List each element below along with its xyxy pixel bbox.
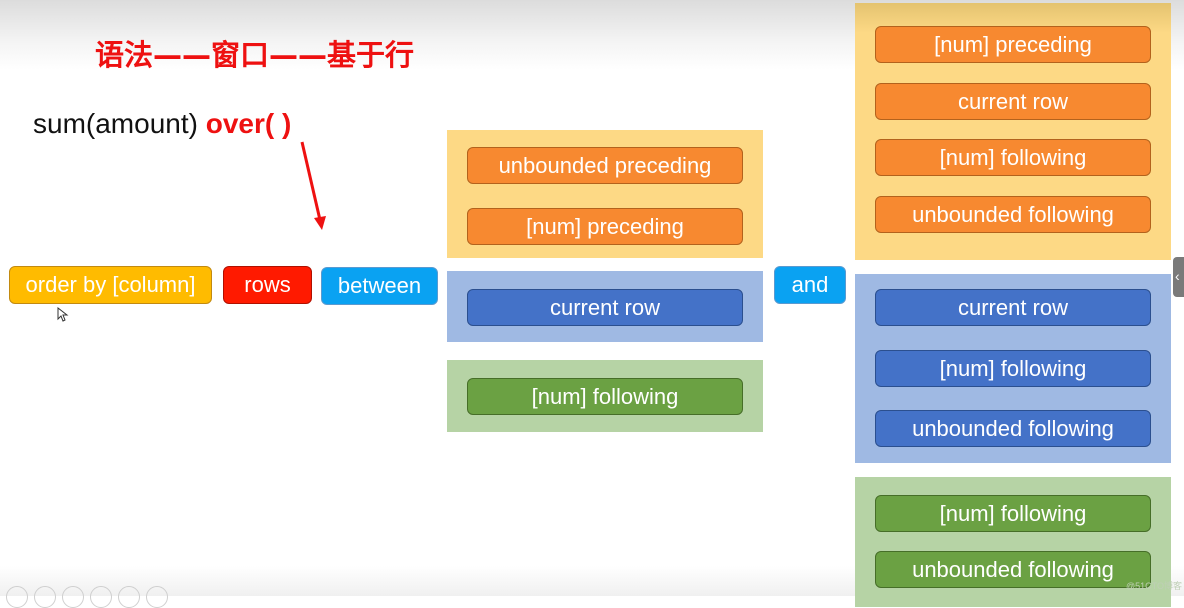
start-preceding-group: unbounded preceding [num] preceding [447,130,763,258]
end-unbounded-following: unbounded following [875,196,1151,233]
start-current-row: current row [467,289,743,326]
mouse-cursor-icon [57,307,69,322]
end-num-following-2: [num] following [875,350,1151,387]
end-current-row-2: current row [875,289,1151,326]
chevron-left-icon: ‹ [1175,268,1180,284]
order-by-tag: order by [column] [9,266,212,304]
end-current-row: current row [875,83,1151,120]
pen-tool-button[interactable] [62,586,84,608]
end-unbounded-following-2: unbounded following [875,410,1151,447]
start-unbounded-preceding: unbounded preceding [467,147,743,184]
zoom-button[interactable] [118,586,140,608]
red-arrow-icon [300,141,326,230]
end-num-preceding: [num] preceding [875,26,1151,63]
prev-slide-button[interactable] [6,586,28,608]
start-num-following: [num] following [467,378,743,415]
and-tag: and [774,266,846,304]
formula: sum(amount) over( ) [33,108,291,140]
next-slide-button[interactable] [34,586,56,608]
rows-tag: rows [223,266,312,304]
end-following-group: [num] following unbounded following [855,477,1171,607]
slide-title: 语法——窗口——基于行 [95,38,415,72]
start-current-group: current row [447,271,763,342]
watermark: @51CTO博客 [1126,581,1182,591]
formula-keyword: over( ) [205,108,292,139]
start-num-preceding: [num] preceding [467,208,743,245]
end-unbounded-following-3: unbounded following [875,551,1151,588]
between-tag: between [321,267,438,305]
end-num-following: [num] following [875,139,1151,176]
side-panel-toggle[interactable]: ‹ [1173,257,1184,297]
end-num-following-3: [num] following [875,495,1151,532]
end-preceding-group: [num] preceding current row [num] follow… [855,3,1171,260]
start-following-group: [num] following [447,360,763,432]
more-options-button[interactable] [146,586,168,608]
end-current-group: current row [num] following unbounded fo… [855,274,1171,463]
slide-controls [6,586,168,608]
formula-prefix: sum(amount) [33,108,206,139]
slides-grid-button[interactable] [90,586,112,608]
